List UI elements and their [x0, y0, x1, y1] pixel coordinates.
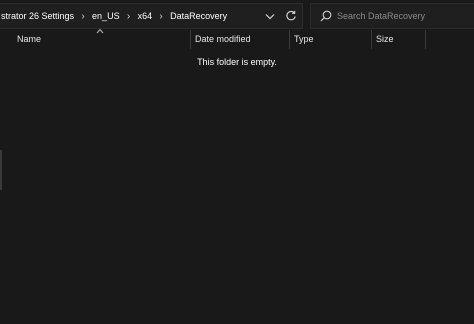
refresh-icon	[286, 10, 296, 21]
chevron-right-icon[interactable]: ›	[153, 11, 169, 22]
address-history-dropdown-button[interactable]	[262, 8, 278, 24]
column-header-row: Name Date modified Type Size	[0, 28, 474, 49]
column-divider[interactable]	[190, 30, 191, 49]
chevron-right-icon[interactable]: ›	[121, 11, 137, 22]
empty-folder-message: This folder is empty.	[197, 57, 277, 67]
column-header-date-modified[interactable]: Date modified	[195, 30, 287, 49]
breadcrumb: strator 26 Settings › en_US › x64 › Data…	[0, 4, 228, 28]
refresh-button[interactable]	[283, 8, 299, 24]
breadcrumb-item-datarecovery[interactable]: DataRecovery	[169, 11, 228, 21]
chevron-down-icon	[265, 13, 275, 19]
pane-splitter[interactable]	[0, 150, 2, 190]
chevron-right-icon[interactable]: ›	[75, 11, 91, 22]
column-divider[interactable]	[371, 30, 372, 49]
search-icon	[320, 10, 332, 22]
search-box[interactable]	[310, 3, 474, 29]
breadcrumb-item-en-us[interactable]: en_US	[91, 11, 121, 21]
column-divider[interactable]	[425, 30, 426, 49]
breadcrumb-item-x64[interactable]: x64	[137, 11, 154, 21]
column-divider[interactable]	[289, 30, 290, 49]
address-bar[interactable]: strator 26 Settings › en_US › x64 › Data…	[0, 3, 303, 29]
search-input[interactable]	[337, 7, 471, 25]
file-explorer-window: strator 26 Settings › en_US › x64 › Data…	[0, 0, 474, 324]
column-header-type[interactable]: Type	[294, 30, 370, 49]
breadcrumb-item-settings[interactable]: strator 26 Settings	[0, 11, 75, 21]
column-header-size[interactable]: Size	[376, 30, 424, 49]
column-header-name[interactable]: Name	[17, 30, 189, 49]
